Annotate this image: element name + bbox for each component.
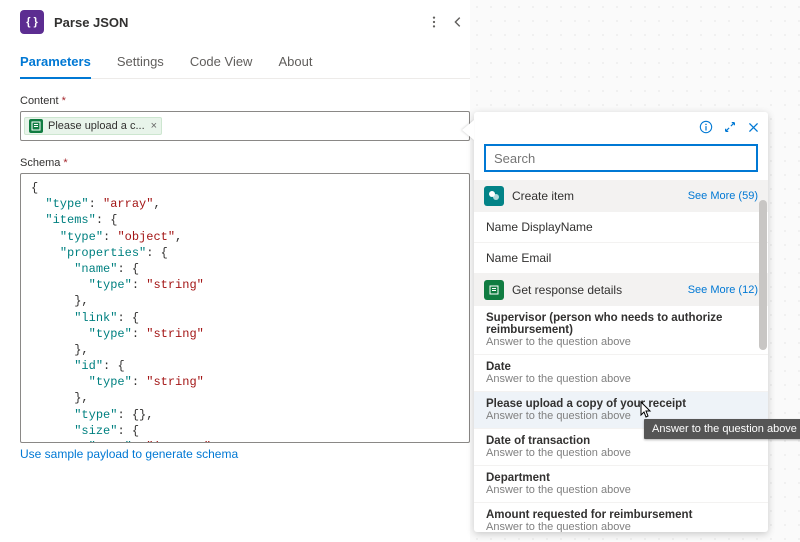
content-input[interactable]: Please upload a c... × bbox=[20, 111, 470, 141]
action-config-panel: { } Parse JSON Parameters Settings Code … bbox=[20, 2, 470, 542]
scrollbar[interactable] bbox=[759, 180, 767, 532]
item-supervisor[interactable]: Supervisor (person who needs to authoriz… bbox=[474, 306, 768, 355]
step-title: Parse JSON bbox=[54, 15, 422, 30]
sharepoint-icon bbox=[484, 186, 504, 206]
search-box[interactable] bbox=[484, 144, 758, 172]
block-create-item[interactable]: Create item See More (59) bbox=[474, 180, 768, 212]
forms-icon bbox=[29, 119, 43, 133]
block-title: Create item bbox=[512, 189, 688, 203]
see-more-link[interactable]: See More (59) bbox=[688, 190, 758, 202]
expand-icon[interactable] bbox=[723, 120, 737, 134]
tab-parameters[interactable]: Parameters bbox=[20, 46, 91, 79]
tooltip: Answer to the question above bbox=[644, 419, 800, 439]
item-date[interactable]: Date Answer to the question above bbox=[474, 355, 768, 392]
parse-json-icon: { } bbox=[20, 10, 44, 34]
item-displayname[interactable]: Name DisplayName bbox=[474, 212, 768, 243]
see-more-link[interactable]: See More (12) bbox=[688, 284, 758, 296]
results-scroll[interactable]: Create item See More (59) Name DisplayNa… bbox=[474, 180, 768, 532]
mouse-cursor-icon bbox=[637, 400, 653, 420]
tab-settings[interactable]: Settings bbox=[117, 46, 164, 78]
item-email[interactable]: Name Email bbox=[474, 243, 768, 274]
more-icon[interactable] bbox=[422, 7, 446, 37]
info-icon[interactable] bbox=[699, 120, 713, 134]
tab-codeview[interactable]: Code View bbox=[190, 46, 253, 78]
generate-schema-link[interactable]: Use sample payload to generate schema bbox=[20, 447, 238, 461]
scrollbar-thumb[interactable] bbox=[759, 200, 767, 350]
collapse-icon[interactable] bbox=[446, 7, 470, 37]
forms-icon bbox=[484, 280, 504, 300]
tab-about[interactable]: About bbox=[278, 46, 312, 78]
schema-textarea[interactable]: { "type": "array", "items": { "type": "o… bbox=[20, 173, 470, 443]
dynamic-content-popup: Create item See More (59) Name DisplayNa… bbox=[474, 112, 768, 532]
callout-pointer bbox=[462, 120, 474, 140]
token-label: Please upload a c... bbox=[48, 120, 145, 132]
schema-label: Schema bbox=[20, 157, 470, 169]
content-label: Content bbox=[20, 95, 470, 107]
dynamic-content-token[interactable]: Please upload a c... × bbox=[24, 117, 162, 135]
item-department[interactable]: Department Answer to the question above bbox=[474, 466, 768, 503]
item-amount[interactable]: Amount requested for reimbursement Answe… bbox=[474, 503, 768, 532]
tabs: Parameters Settings Code View About bbox=[20, 46, 470, 79]
search-input[interactable] bbox=[492, 150, 750, 167]
block-title: Get response details bbox=[512, 283, 688, 297]
block-get-response[interactable]: Get response details See More (12) bbox=[474, 274, 768, 306]
token-remove-icon[interactable]: × bbox=[151, 120, 157, 132]
close-icon[interactable] bbox=[747, 121, 760, 134]
